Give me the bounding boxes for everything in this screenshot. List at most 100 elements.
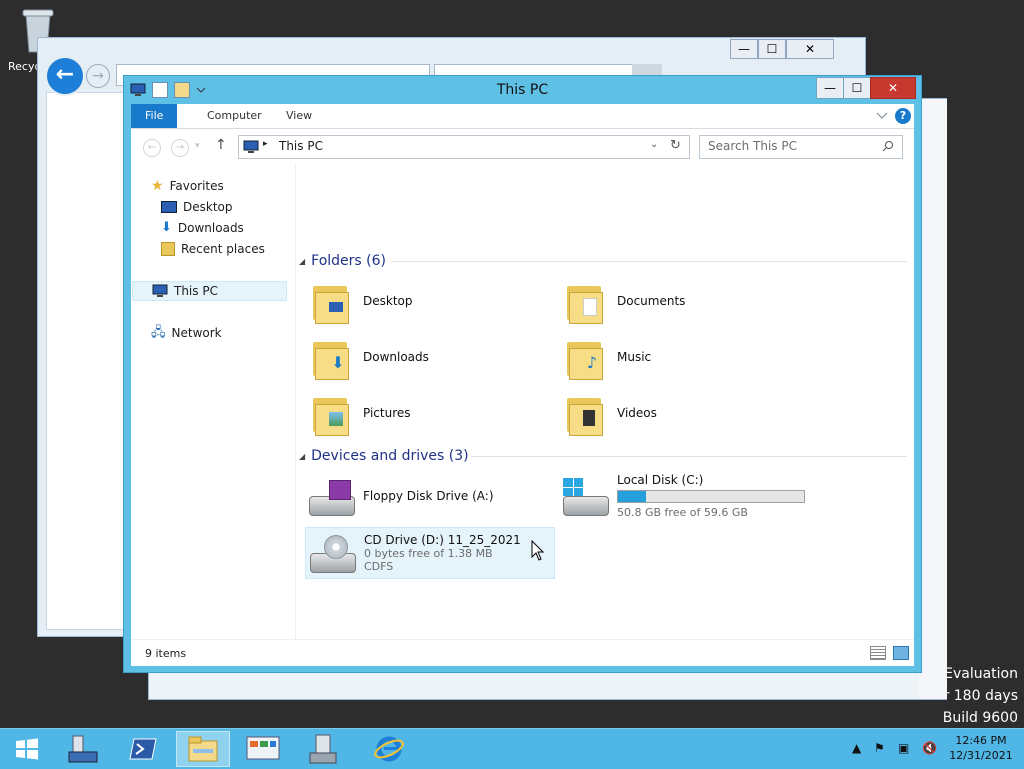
folder-music[interactable]: ♪ Music bbox=[565, 332, 651, 382]
explorer-body: ★ Favorites Desktop ⬇ Downloads Recent p… bbox=[131, 163, 914, 639]
desktop-folder-icon bbox=[311, 280, 351, 324]
address-dropdown-icon[interactable]: ⌄ bbox=[650, 139, 658, 150]
nav-favorites[interactable]: ★ Favorites bbox=[151, 176, 224, 196]
internet-explorer-button[interactable] bbox=[362, 731, 416, 767]
folder-pictures-label: Pictures bbox=[363, 406, 411, 420]
refresh-icon[interactable]: ↻ bbox=[670, 138, 681, 153]
folders-header-label: Folders (6) bbox=[311, 253, 386, 269]
control-panel-icon bbox=[246, 736, 280, 760]
floppy-drive-icon bbox=[307, 476, 355, 516]
nav-downloads[interactable]: ⬇ Downloads bbox=[161, 218, 244, 238]
help-icon[interactable]: ? bbox=[895, 108, 911, 124]
videos-folder-icon bbox=[565, 392, 605, 436]
nav-this-pc[interactable]: This PC bbox=[132, 281, 287, 301]
nav-downloads-label: Downloads bbox=[177, 221, 244, 235]
drive-cd-d[interactable]: CD Drive (D:) 11_25_2021 0 bytes free of… bbox=[305, 527, 555, 579]
start-button[interactable] bbox=[0, 731, 54, 767]
nav-network[interactable]: 🖧 Network bbox=[151, 323, 222, 343]
tab-view[interactable]: View bbox=[272, 104, 326, 128]
pictures-folder-icon bbox=[311, 392, 351, 436]
folder-pictures[interactable]: Pictures bbox=[311, 388, 411, 438]
local-disk-icon bbox=[561, 476, 609, 516]
address-computer-icon bbox=[243, 140, 259, 153]
folder-videos-label: Videos bbox=[617, 406, 657, 420]
desktop-icon bbox=[161, 201, 177, 213]
recycle-bin-label: Recycle Bin bbox=[8, 60, 38, 73]
group-divider bbox=[471, 456, 907, 457]
watermark-line-1: Evaluation bbox=[944, 666, 1018, 682]
nav-network-label: Network bbox=[171, 326, 222, 340]
nav-desktop[interactable]: Desktop bbox=[161, 197, 233, 217]
downloads-folder-icon: ⬇ bbox=[311, 336, 351, 380]
address-bar[interactable]: ▸ This PC ⌄ ↻ bbox=[238, 135, 690, 159]
browser-page-area bbox=[46, 92, 134, 630]
up-arrow-icon[interactable]: ↑ bbox=[215, 137, 227, 153]
powershell-button[interactable] bbox=[116, 731, 170, 767]
window-title: This PC bbox=[496, 82, 549, 98]
watermark-line-3: Build 9600 bbox=[942, 710, 1018, 726]
action-center-flag-icon[interactable]: ⚑ bbox=[874, 741, 885, 755]
recent-locations-chevron-icon[interactable]: ▾ bbox=[195, 141, 200, 151]
nav-recent-places[interactable]: Recent places bbox=[161, 239, 265, 259]
folder-downloads-label: Downloads bbox=[363, 350, 429, 364]
this-pc-icon bbox=[152, 284, 168, 297]
folder-videos[interactable]: Videos bbox=[565, 388, 657, 438]
devices-group-header[interactable]: ◢ Devices and drives (3) bbox=[299, 446, 907, 466]
folder-documents-label: Documents bbox=[617, 294, 686, 308]
tab-computer[interactable]: Computer bbox=[193, 104, 276, 128]
back-arrow-icon[interactable]: ← bbox=[143, 139, 161, 157]
navigation-bar: ← → ▾ ↑ ▸ This PC ⌄ ↻ Search This PC bbox=[131, 129, 914, 163]
details-view-icon[interactable] bbox=[870, 646, 886, 660]
mouse-pointer-icon bbox=[531, 540, 545, 561]
background-window-strip bbox=[919, 99, 947, 699]
drive-floppy[interactable]: Floppy Disk Drive (A:) bbox=[307, 471, 494, 521]
large-icons-view-icon[interactable] bbox=[893, 646, 909, 660]
folder-desktop[interactable]: Desktop bbox=[311, 276, 413, 326]
browser-minimize-button[interactable]: — bbox=[730, 39, 758, 59]
breadcrumb-separator-icon[interactable]: ▸ bbox=[263, 139, 268, 149]
computer-management-button[interactable] bbox=[296, 731, 350, 767]
ribbon-expand-chevron-icon[interactable] bbox=[876, 112, 888, 120]
system-clock[interactable]: 12:46 PM 12/31/2021 bbox=[946, 733, 1016, 763]
maximize-button[interactable]: ☐ bbox=[843, 77, 871, 99]
file-explorer-button[interactable] bbox=[176, 731, 230, 767]
clock-time: 12:46 PM bbox=[955, 734, 1007, 747]
group-divider bbox=[391, 261, 907, 262]
folder-downloads[interactable]: ⬇ Downloads bbox=[311, 332, 429, 382]
powershell-icon bbox=[129, 738, 157, 760]
ribbon-tabs: File Computer View ? bbox=[131, 104, 914, 129]
network-tray-icon[interactable]: ▣ bbox=[898, 741, 909, 755]
browser-forward-icon[interactable]: → bbox=[86, 64, 110, 88]
computer-management-icon bbox=[309, 734, 337, 764]
explorer-window[interactable]: This PC — ☐ ✕ File Computer View ? ← → ▾… bbox=[123, 75, 922, 673]
folders-group-header[interactable]: ◢ Folders (6) bbox=[299, 251, 907, 271]
control-panel-button[interactable] bbox=[236, 731, 290, 767]
folder-documents[interactable]: Documents bbox=[565, 276, 685, 326]
search-box[interactable]: Search This PC bbox=[699, 135, 903, 159]
browser-maximize-button[interactable]: ☐ bbox=[758, 39, 786, 59]
close-button[interactable]: ✕ bbox=[870, 77, 916, 99]
server-manager-button[interactable] bbox=[56, 731, 110, 767]
address-path: This PC bbox=[279, 139, 323, 153]
cd-drive-label: CD Drive (D:) 11_25_2021 bbox=[364, 533, 521, 547]
nav-desktop-label: Desktop bbox=[183, 200, 233, 214]
minimize-button[interactable]: — bbox=[816, 77, 844, 99]
volume-muted-icon[interactable]: 🔇 bbox=[922, 741, 937, 755]
drive-local-c[interactable]: Local Disk (C:) 50.8 GB free of 59.6 GB bbox=[561, 469, 805, 523]
show-hidden-icons[interactable]: ▲ bbox=[852, 741, 861, 755]
browser-back-icon[interactable]: ← bbox=[45, 56, 85, 96]
forward-arrow-icon[interactable]: → bbox=[171, 139, 189, 157]
nav-favorites-label: Favorites bbox=[169, 179, 224, 193]
collapse-triangle-icon: ◢ bbox=[299, 451, 306, 461]
cd-drive-free-space: 0 bytes free of 1.38 MB bbox=[364, 547, 493, 560]
tab-file[interactable]: File bbox=[131, 104, 178, 128]
floppy-label: Floppy Disk Drive (A:) bbox=[363, 489, 494, 503]
item-count: 9 items bbox=[145, 647, 187, 660]
browser-close-button[interactable]: ✕ bbox=[786, 39, 834, 59]
internet-explorer-icon bbox=[374, 736, 404, 762]
local-disk-usage-fill bbox=[618, 491, 646, 502]
devices-header-label: Devices and drives (3) bbox=[311, 448, 469, 464]
local-disk-label: Local Disk (C:) bbox=[617, 473, 704, 487]
local-disk-usage-bar bbox=[617, 490, 805, 503]
search-icon[interactable] bbox=[882, 140, 894, 152]
